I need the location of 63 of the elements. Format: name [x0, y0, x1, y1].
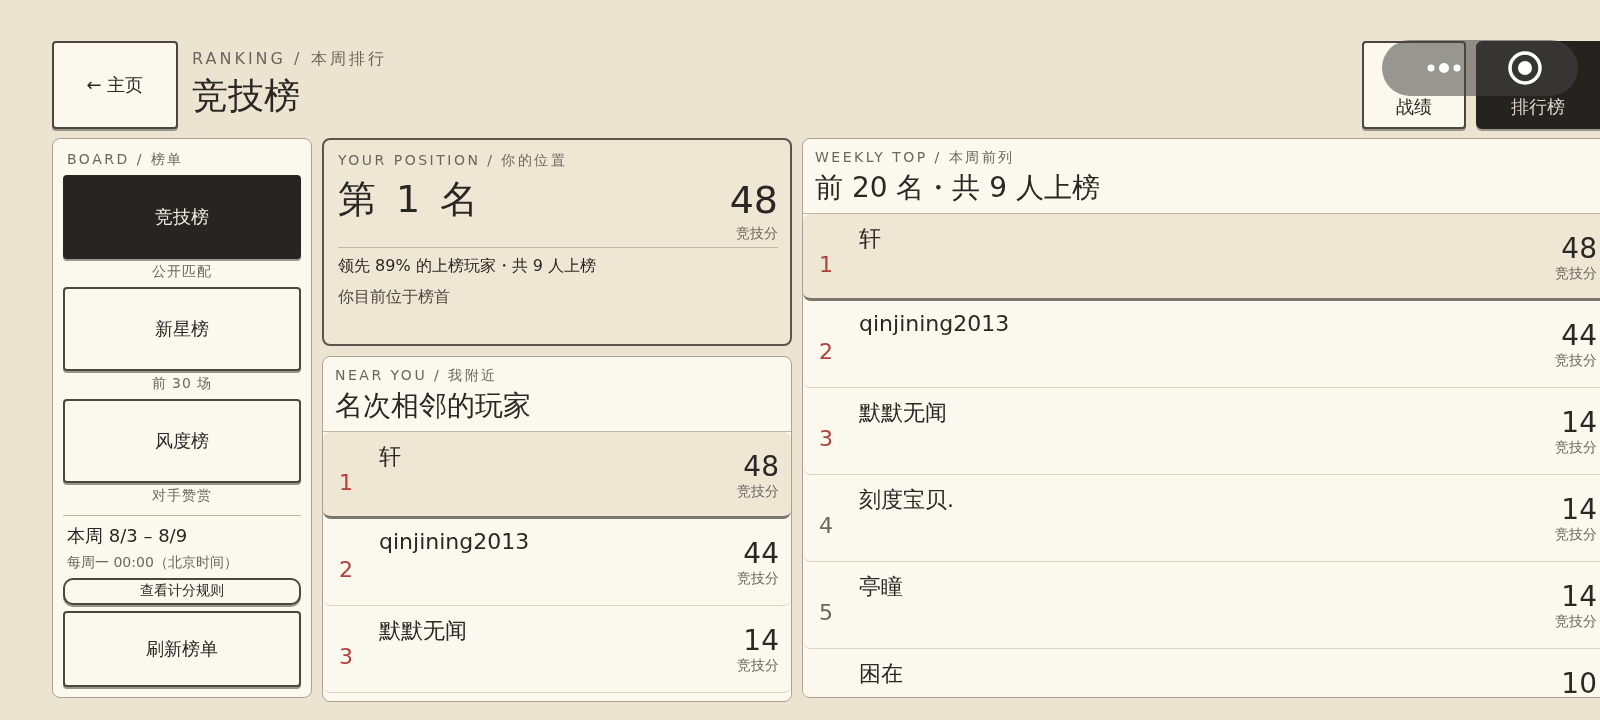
- score-value: 14: [1560, 580, 1597, 613]
- score-label: 竞技分: [1555, 265, 1597, 283]
- panel-heading: WEEKLY TOP / 本周前列: [815, 149, 1016, 167]
- score-value: 14: [1560, 493, 1597, 526]
- player-name: qinjining2013: [859, 311, 1011, 336]
- score-label: 竞技分: [737, 570, 779, 588]
- page-eyebrow: RANKING / 本周排行: [192, 49, 387, 70]
- player-name: 困在: [859, 660, 904, 688]
- score-value: 44: [742, 537, 779, 570]
- tab[interactable]: 战绩: [1362, 41, 1466, 129]
- player-name: 亭瞳: [859, 573, 904, 601]
- rank-number: 1: [819, 252, 834, 277]
- ranking-row[interactable]: 1 轩 48 竞技分: [803, 214, 1600, 301]
- panel-title: 前 20 名・共 9 人上榜: [815, 170, 1102, 206]
- player-name: 轩: [379, 443, 402, 471]
- board-tab[interactable]: 新星榜: [63, 287, 301, 371]
- player-name: 默默无闻: [379, 617, 468, 645]
- score-label: 竞技分: [1555, 439, 1597, 457]
- rank-number: 1: [339, 470, 354, 495]
- score-label: 竞技分: [1555, 526, 1597, 544]
- score-value: 48: [742, 450, 779, 483]
- score-label: 竞技分: [737, 657, 779, 675]
- board-subtitle: 前 30 场: [150, 375, 214, 393]
- week-range: 本周 8/3 – 8/9: [67, 524, 189, 548]
- score-value: 48: [729, 177, 778, 222]
- score-value: 10: [1561, 667, 1597, 697]
- rank-text: 第 1 名: [338, 176, 483, 223]
- panel-heading: BOARD / 榜单: [67, 151, 185, 169]
- player-name: 轩: [859, 225, 882, 253]
- board-tab[interactable]: 竞技榜: [63, 175, 301, 259]
- score-label: 竞技分: [1555, 352, 1597, 370]
- board-subtitle: 对手赞赏: [151, 487, 213, 505]
- score-value: 44: [1560, 319, 1597, 352]
- board-subtitle: 公开匹配: [151, 263, 213, 281]
- reset-time: 每周一 00:00（北京时间）: [67, 554, 239, 572]
- tab[interactable]: 排行榜: [1476, 41, 1600, 129]
- refresh-button[interactable]: 刷新榜单: [63, 610, 301, 687]
- score-value: 14: [1560, 406, 1597, 439]
- rank-number: 2: [819, 339, 834, 364]
- rank-number: 4: [819, 513, 834, 538]
- rank-number: 5: [819, 600, 834, 625]
- player-name: 刻度宝贝.: [859, 486, 955, 514]
- score-value: 48: [1560, 232, 1597, 265]
- panel-title: 名次相邻的玩家: [335, 388, 532, 424]
- panel-heading: YOUR POSITION / 你的位置: [338, 152, 569, 170]
- board-tab[interactable]: 风度榜: [63, 399, 301, 483]
- lead-text: 领先 89% 的上榜玩家・共 9 人上榜: [338, 256, 598, 277]
- player-name: 默默无闻: [859, 399, 948, 427]
- rank-number: 2: [339, 557, 354, 582]
- score-label: 竞技分: [737, 483, 779, 501]
- rules-button[interactable]: 查看计分规则: [63, 578, 301, 605]
- score-label: 竞技分: [1555, 613, 1597, 631]
- position-note: 你目前位于榜首: [338, 287, 451, 308]
- rank-number: 3: [819, 426, 834, 451]
- rank-number: 3: [339, 644, 354, 669]
- score-label: 竞技分: [735, 225, 778, 243]
- page-title: 竞技榜: [192, 74, 301, 118]
- score-value: 14: [742, 624, 779, 657]
- ranking-row[interactable]: 1 轩 48 竞技分: [323, 432, 791, 519]
- panel-heading: NEAR YOU / 我附近: [335, 367, 499, 385]
- more-icon[interactable]: [1427, 63, 1461, 73]
- player-name: qinjining2013: [379, 529, 531, 554]
- back-button[interactable]: ← 主页: [52, 41, 178, 129]
